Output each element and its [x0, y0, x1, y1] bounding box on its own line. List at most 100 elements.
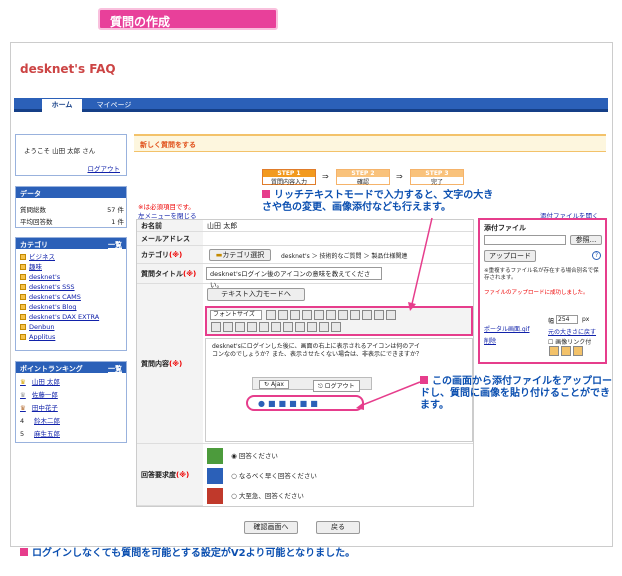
align-icons — [548, 346, 584, 356]
category-item[interactable]: desknet's CAMS — [20, 292, 122, 302]
browse-button[interactable]: 参照... — [570, 235, 602, 245]
ranking-list-link[interactable]: 一覧 — [108, 364, 122, 374]
sample-icons-image: ●■■■■■ — [246, 395, 364, 411]
folder-icon — [20, 264, 26, 270]
align-right-icon[interactable] — [362, 310, 372, 320]
category-box: カテゴリ 一覧 ビジネス 趣味 desknet's desknet's SSS … — [15, 237, 127, 351]
numbered-list-icon[interactable] — [386, 310, 396, 320]
crown-bronze-icon: ♛ — [20, 404, 26, 412]
category-item[interactable]: desknet's SSS — [20, 282, 122, 292]
youtube-icon[interactable] — [235, 322, 245, 332]
attached-file: ポータル画面.gif 削除 幅 254 px 元の大きさに戻す ☐ 画像リンク付 — [484, 314, 602, 360]
category-box-title: カテゴリ 一覧 — [16, 238, 126, 249]
text-mode-button[interactable]: テキスト入力モードへ — [207, 288, 305, 301]
priority-option[interactable]: ◉ 回答ください — [207, 447, 278, 465]
priority-high-icon — [207, 488, 223, 504]
upload-button[interactable]: アップロード — [484, 250, 536, 262]
image-icon[interactable] — [247, 322, 257, 332]
category-select-button[interactable]: ▬カテゴリ選択 — [209, 249, 271, 261]
category-item[interactable]: ビジネス — [20, 252, 122, 262]
image-link-checkbox[interactable]: ☐ 画像リンク付 — [548, 337, 591, 346]
font-size-select[interactable]: フォントサイズ — [210, 310, 262, 320]
link-icon[interactable] — [271, 322, 281, 332]
data-box: データ 質問総数 57 件 平均回答数 1 件 — [15, 186, 127, 228]
ranking-item[interactable]: ♛ 田中花子 — [20, 402, 122, 415]
reset-size-link[interactable]: 元の大きさに戻す — [548, 327, 596, 336]
logout-link[interactable]: ログアウト — [88, 163, 121, 173]
step-2: STEP 2 確認 — [336, 169, 390, 186]
category-item[interactable]: desknet's — [20, 272, 122, 282]
folder-icon — [20, 304, 26, 310]
email-label: メールアドレス — [137, 232, 203, 246]
ranking-item[interactable]: ♛ 佐藤一郎 — [20, 389, 122, 402]
folder-icon — [20, 324, 26, 330]
priority-option[interactable]: ○ なるべく早く回答ください — [207, 467, 317, 485]
underline-icon[interactable] — [314, 310, 324, 320]
app-logo: desknet's FAQ — [20, 62, 116, 76]
list-icon[interactable] — [374, 310, 384, 320]
width-unit: px — [582, 316, 590, 323]
data-box-title: データ — [16, 187, 126, 198]
priority-option[interactable]: ○ 大至急、回答ください — [207, 487, 304, 505]
section-header: 新しく質問をする — [134, 134, 606, 152]
callout-arrow-1 — [408, 217, 433, 311]
editor-text: desknet'sにログインした後に、画面の右上に表示されるアイコンは何のアイコ… — [212, 343, 423, 358]
toolbar-row-1 — [265, 310, 397, 320]
title-label: 質問タイトル(※) — [137, 264, 203, 284]
category-item[interactable]: desknet's DAX EXTRA — [20, 312, 122, 322]
category-list-link[interactable]: 一覧 — [108, 240, 122, 250]
name-label: お名前 — [137, 220, 203, 232]
tab-home[interactable]: ホーム — [42, 99, 82, 112]
align-center-image-icon[interactable] — [561, 346, 571, 356]
category-item[interactable]: desknet's Blog — [20, 302, 122, 312]
radio[interactable]: ○ — [231, 492, 237, 500]
title-input[interactable]: desknet'sログイン後のアイコンの意味を教えてください。 — [206, 267, 382, 289]
ranking-box: ポイントランキング 一覧 ♛ 山田 太郎 ♛ 佐藤一郎 ♛ 田中花子 4 鈴木二郎 5麻… — [15, 361, 127, 443]
hr-icon[interactable] — [211, 322, 221, 332]
find-icon[interactable] — [295, 322, 305, 332]
source-icon[interactable] — [331, 322, 341, 332]
callout-rich-text: リッチテキストモードで入力すると、文字の大きさや色の変更、画像添付なども行えます… — [262, 190, 494, 213]
delete-link[interactable]: 削除 — [484, 336, 496, 345]
align-right-image-icon[interactable] — [573, 346, 583, 356]
category-list: ビジネス 趣味 desknet's desknet's SSS desknet'… — [16, 249, 126, 345]
strike-icon[interactable] — [326, 310, 336, 320]
icon-strip: ●■■■■■ — [258, 399, 321, 408]
category-item[interactable]: Applitus — [20, 332, 122, 342]
radio[interactable]: ○ — [231, 472, 237, 480]
folder-icon — [20, 314, 26, 320]
align-center-icon[interactable] — [350, 310, 360, 320]
ranking-item[interactable]: ♛ 山田 太郎 — [20, 376, 122, 389]
confirm-button[interactable]: 確認画面へ — [244, 521, 298, 534]
priority-cell: ◉ 回答ください ○ なるべく早く回答ください ○ 大至急、回答ください — [203, 444, 473, 506]
arrow-icon: ⇒ — [322, 172, 329, 181]
align-left-image-icon[interactable] — [549, 346, 559, 356]
callout-arrow-2 — [356, 381, 421, 410]
align-left-icon[interactable] — [338, 310, 348, 320]
help-icon[interactable]: ? — [592, 251, 601, 260]
file-path-input[interactable] — [484, 235, 566, 245]
folder-icon — [20, 284, 26, 290]
category-item[interactable]: Denbun — [20, 322, 122, 332]
file-link[interactable]: ポータル画面.gif — [484, 324, 530, 333]
table-icon[interactable] — [223, 322, 233, 332]
ranking-item[interactable]: 4 鈴木二郎 — [20, 415, 122, 428]
folder-icon — [20, 254, 26, 260]
ranking-item[interactable]: 5 麻生五郎 — [20, 428, 122, 441]
font-color-icon[interactable] — [266, 310, 276, 320]
redo-icon[interactable] — [319, 322, 329, 332]
width-input[interactable]: 254 — [556, 315, 578, 324]
emoji-icon[interactable] — [259, 322, 269, 332]
crown-gold-icon: ♛ — [20, 378, 26, 386]
category-item[interactable]: 趣味 — [20, 262, 122, 272]
section-title: 新しく質問をする — [140, 141, 196, 149]
tab-mypage[interactable]: マイページ — [94, 99, 134, 112]
content-label: 質問内容(※) — [137, 284, 203, 444]
back-button[interactable]: 戻る — [316, 521, 360, 534]
highlight-icon[interactable] — [278, 310, 288, 320]
bold-icon[interactable] — [290, 310, 300, 320]
undo-icon[interactable] — [307, 322, 317, 332]
italic-icon[interactable] — [302, 310, 312, 320]
unlink-icon[interactable] — [283, 322, 293, 332]
radio-selected[interactable]: ◉ — [231, 452, 237, 460]
